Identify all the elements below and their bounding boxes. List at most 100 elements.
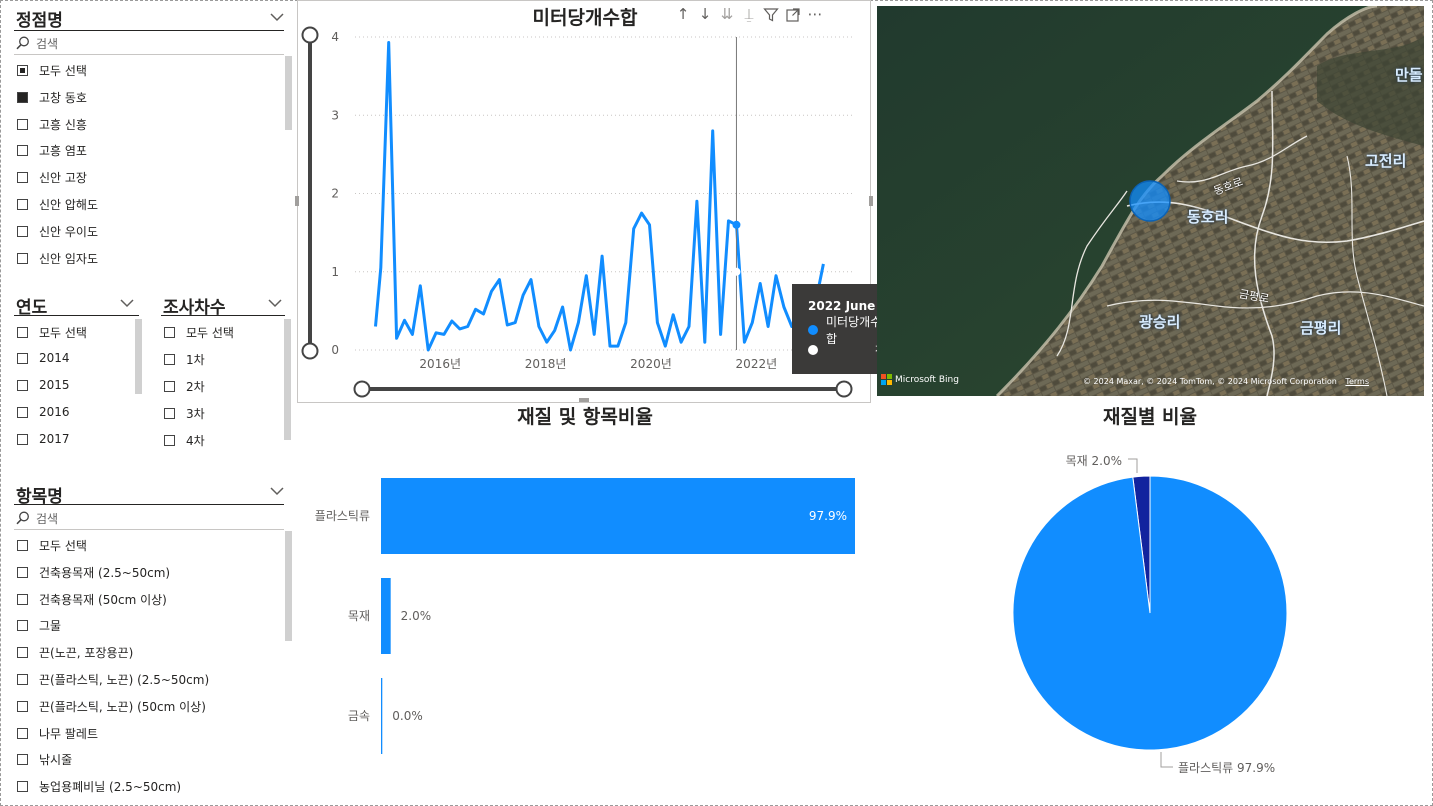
checkbox[interactable] bbox=[17, 65, 28, 76]
item-search[interactable]: 검색 bbox=[16, 509, 58, 527]
map-attribution-text: © 2024 Maxar, © 2024 TomTom, © 2024 Micr… bbox=[1083, 377, 1337, 386]
item-item[interactable]: 낚시줄 bbox=[17, 751, 72, 768]
bar-chart-svg: 플라스틱류 97.9% 목재 2.0% 금속 0.0% bbox=[315, 478, 855, 754]
line-chart-svg: 0 1 2 3 4 2016년 2018년 2020년 2022년 bbox=[301, 26, 855, 398]
station-item[interactable]: 신안 임자도 bbox=[17, 250, 98, 267]
map-label-gojeon: 고전리 bbox=[1365, 152, 1407, 170]
year-item[interactable]: 2016 bbox=[17, 405, 70, 419]
survey-scrollbar[interactable] bbox=[284, 319, 291, 440]
item-item[interactable]: 나무 팔레트 bbox=[17, 725, 98, 742]
checkbox[interactable] bbox=[17, 225, 28, 237]
survey-item-label: 4차 bbox=[186, 434, 205, 448]
survey-item[interactable]: 2차 bbox=[164, 378, 205, 395]
item-item[interactable]: 건축용목재 (2.5~50cm) bbox=[17, 564, 170, 581]
checkbox[interactable] bbox=[17, 433, 28, 445]
checkbox[interactable] bbox=[17, 566, 28, 578]
station-item-label: 신안 우이도 bbox=[39, 224, 99, 239]
chevron-down-icon[interactable] bbox=[270, 486, 284, 496]
checkbox[interactable] bbox=[164, 354, 175, 365]
year-item-label: 2014 bbox=[39, 351, 70, 365]
survey-item[interactable]: 4차 bbox=[164, 432, 205, 449]
station-item[interactable]: 고창 동호 bbox=[17, 89, 87, 106]
bar[interactable] bbox=[381, 578, 391, 654]
station-item[interactable]: 모두 선택 bbox=[17, 62, 87, 79]
checkbox[interactable] bbox=[17, 674, 28, 685]
zoom-slider-handle[interactable] bbox=[353, 380, 371, 398]
checkbox[interactable] bbox=[164, 327, 175, 338]
item-item[interactable]: 끈(플라스틱, 노끈) (2.5~50cm) bbox=[17, 671, 209, 688]
checkbox[interactable] bbox=[17, 406, 28, 418]
hover-marker-secondary bbox=[732, 267, 741, 276]
checkbox[interactable] bbox=[17, 352, 28, 364]
y-tick-label: 0 bbox=[331, 343, 339, 357]
bar-category-label: 금속 bbox=[348, 709, 370, 723]
year-item[interactable]: 2015 bbox=[17, 378, 70, 392]
checkbox[interactable] bbox=[17, 593, 28, 605]
item-item[interactable]: 건축용목재 (50cm 이상) bbox=[17, 591, 167, 608]
year-item[interactable]: 2014 bbox=[17, 351, 70, 365]
map-label-mandol: 만돌 bbox=[1395, 66, 1423, 84]
station-item[interactable]: 신안 우이도 bbox=[17, 223, 98, 240]
checkbox[interactable] bbox=[17, 327, 28, 338]
station-item[interactable]: 고흥 신흥 bbox=[17, 116, 87, 133]
year-item-label: 2015 bbox=[39, 378, 70, 392]
station-scrollbar[interactable] bbox=[285, 56, 292, 130]
bar[interactable] bbox=[381, 678, 383, 754]
y-tick-label: 1 bbox=[331, 265, 339, 279]
checkbox[interactable] bbox=[17, 118, 28, 130]
zoom-slider-handle[interactable] bbox=[301, 26, 319, 44]
checkbox[interactable] bbox=[17, 781, 28, 793]
map-terms-link[interactable]: Terms bbox=[1345, 377, 1369, 386]
x-tick-label: 2016년 bbox=[419, 357, 461, 371]
line-series[interactable] bbox=[374, 41, 825, 352]
item-slicer-underline bbox=[14, 504, 284, 505]
station-item-label: 고흥 신흥 bbox=[39, 117, 87, 132]
station-item-label: 고창 동호 bbox=[39, 90, 87, 105]
bing-brand-text: Microsoft Bing bbox=[895, 374, 959, 385]
checkbox[interactable] bbox=[17, 754, 28, 766]
survey-item[interactable]: 모두 선택 bbox=[164, 324, 234, 341]
pie-slice[interactable] bbox=[1012, 475, 1288, 751]
year-item-label: 2016 bbox=[39, 405, 70, 419]
station-item[interactable]: 고흥 염포 bbox=[17, 142, 87, 159]
survey-item-label: 3차 bbox=[186, 407, 205, 421]
checkbox[interactable] bbox=[17, 199, 28, 210]
item-item[interactable]: 그물 bbox=[17, 617, 61, 634]
year-item[interactable]: 2017 bbox=[17, 432, 70, 446]
checkbox[interactable] bbox=[17, 379, 28, 391]
checkbox[interactable] bbox=[17, 647, 28, 659]
checkbox[interactable] bbox=[164, 381, 175, 392]
zoom-slider-handle[interactable] bbox=[301, 342, 319, 360]
zoom-slider-handle[interactable] bbox=[835, 380, 853, 398]
checkbox[interactable] bbox=[17, 700, 28, 712]
x-tick-label: 2020년 bbox=[630, 357, 672, 371]
checkbox[interactable] bbox=[164, 408, 175, 419]
map-location-bubble[interactable] bbox=[1129, 180, 1171, 222]
year-item[interactable]: 모두 선택 bbox=[17, 324, 87, 341]
item-item[interactable]: 모두 선택 bbox=[17, 537, 87, 554]
map-visual[interactable]: 동호리 광승리 금평리 고전리 만돌 동호로 금평로 Microsoft Bin… bbox=[877, 6, 1424, 396]
station-item-label: 모두 선택 bbox=[39, 64, 87, 78]
checkbox[interactable] bbox=[17, 145, 28, 157]
year-slicer: 연도 모두 선택 2014 2015 2016 2017 bbox=[10, 290, 150, 470]
checkbox[interactable] bbox=[17, 727, 28, 739]
checkbox[interactable] bbox=[17, 91, 28, 103]
item-scrollbar[interactable] bbox=[285, 531, 292, 641]
checkbox[interactable] bbox=[17, 252, 28, 264]
item-item[interactable]: 끈(플라스틱, 노끈) (50cm 이상) bbox=[17, 698, 206, 715]
survey-item[interactable]: 1차 bbox=[164, 351, 205, 368]
checkbox[interactable] bbox=[17, 172, 28, 184]
item-item[interactable]: 끈(노끈, 포장용끈) bbox=[17, 644, 133, 661]
year-scrollbar[interactable] bbox=[135, 319, 142, 394]
year-item-label: 모두 선택 bbox=[39, 326, 87, 340]
item-item-label: 모두 선택 bbox=[39, 539, 87, 553]
bar[interactable] bbox=[381, 478, 855, 554]
item-item[interactable]: 농업용폐비닐 (2.5~50cm) bbox=[17, 778, 181, 795]
station-item[interactable]: 신안 압해도 bbox=[17, 196, 98, 213]
survey-item[interactable]: 3차 bbox=[164, 405, 205, 422]
station-item[interactable]: 신안 고장 bbox=[17, 169, 87, 186]
checkbox[interactable] bbox=[164, 435, 175, 446]
checkbox[interactable] bbox=[17, 620, 28, 632]
checkbox[interactable] bbox=[17, 540, 28, 551]
bing-logo: Microsoft Bing bbox=[881, 374, 959, 385]
